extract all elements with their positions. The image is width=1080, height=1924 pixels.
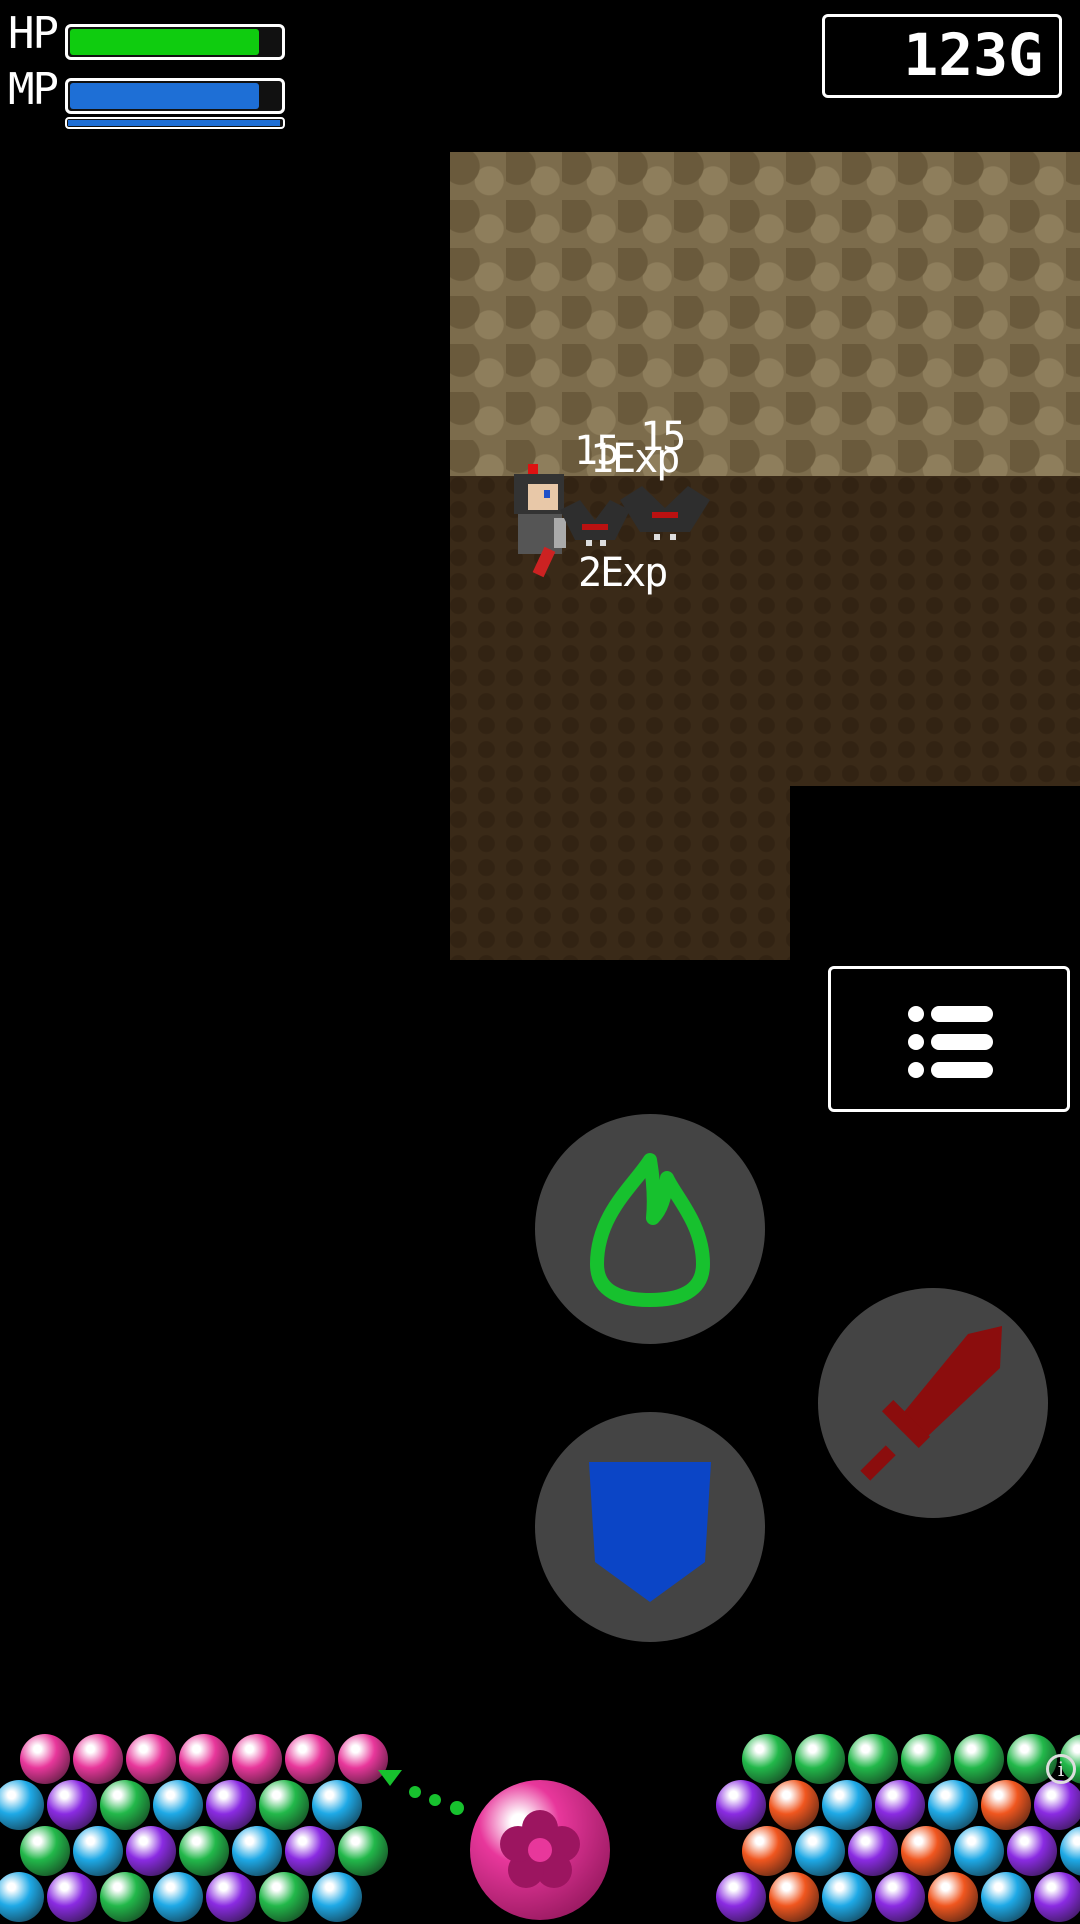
mp-label: MP (8, 64, 59, 115)
puzzle-orb (1060, 1826, 1080, 1876)
puzzle-orb (126, 1734, 176, 1784)
puzzle-orb (73, 1826, 123, 1876)
defend-button[interactable] (535, 1412, 765, 1642)
info-icon[interactable]: i (1046, 1754, 1076, 1784)
puzzle-orb (232, 1826, 282, 1876)
puzzle-orb (100, 1872, 150, 1922)
flame-icon (590, 1153, 710, 1307)
puzzle-orb (73, 1734, 123, 1784)
puzzle-orb (875, 1780, 925, 1830)
exp-gain-text: 2Exp (578, 550, 668, 596)
mp-bar-fill (70, 83, 259, 109)
puzzle-orb (769, 1780, 819, 1830)
exp-gain-text: 1Exp (590, 436, 680, 482)
puzzle-orb (0, 1872, 44, 1922)
list-icon (908, 1006, 993, 1078)
puzzle-orb (20, 1734, 70, 1784)
mp-bar (65, 78, 285, 114)
puzzle-orb (179, 1826, 229, 1876)
puzzle-orb (742, 1734, 792, 1784)
puzzle-orb (875, 1872, 925, 1922)
puzzle-orb (0, 1780, 44, 1830)
puzzle-orb (901, 1734, 951, 1784)
attack-button[interactable] (818, 1288, 1048, 1518)
skill-button[interactable] (535, 1114, 765, 1344)
hp-label: HP (8, 8, 59, 59)
puzzle-orb (312, 1872, 362, 1922)
hp-bar-fill (70, 29, 259, 55)
puzzle-orb (153, 1872, 203, 1922)
puzzle-orb (232, 1734, 282, 1784)
puzzle-orb (126, 1826, 176, 1876)
puzzle-orb (928, 1872, 978, 1922)
puzzle-orb (769, 1872, 819, 1922)
puzzle-orb (20, 1826, 70, 1876)
puzzle-orb (179, 1734, 229, 1784)
puzzle-orb (100, 1780, 150, 1830)
puzzle-orb (259, 1780, 309, 1830)
puzzle-orb (716, 1872, 766, 1922)
puzzle-orb (47, 1780, 97, 1830)
flower-icon (500, 1810, 580, 1888)
puzzle-orb (153, 1780, 203, 1830)
puzzle-orb (981, 1872, 1031, 1922)
puzzle-orb (822, 1780, 872, 1830)
puzzle-orb (848, 1826, 898, 1876)
dungeon-wall (450, 152, 1080, 476)
exp-bar (65, 117, 285, 129)
puzzle-orb (1007, 1826, 1057, 1876)
puzzle-orb (312, 1780, 362, 1830)
puzzle-orb (716, 1780, 766, 1830)
puzzle-orb (285, 1734, 335, 1784)
puzzle-orb (259, 1872, 309, 1922)
puzzle-orb (795, 1734, 845, 1784)
puzzle-orb (981, 1780, 1031, 1830)
puzzle-orb (206, 1872, 256, 1922)
sword-icon (860, 1326, 1002, 1481)
puzzle-orb (742, 1826, 792, 1876)
puzzle-orb (795, 1826, 845, 1876)
hp-bar (65, 24, 285, 60)
shield-icon (589, 1462, 711, 1602)
puzzle-orb (954, 1826, 1004, 1876)
dungeon-floor-corridor (450, 786, 790, 960)
puzzle-orb (338, 1826, 388, 1876)
puzzle-orb (954, 1734, 1004, 1784)
puzzle-orb (285, 1826, 335, 1876)
puzzle-orb (848, 1734, 898, 1784)
puzzle-orb (1034, 1780, 1080, 1830)
aim-indicator (378, 1770, 464, 1815)
bat-enemy-sprite (620, 486, 710, 540)
exp-bar-fill (68, 120, 280, 126)
puzzle-orb (206, 1780, 256, 1830)
puzzle-orb (901, 1826, 951, 1876)
puzzle-orb (47, 1872, 97, 1922)
shooter-orb[interactable] (470, 1780, 610, 1920)
menu-button[interactable] (828, 966, 1070, 1112)
gold-counter: 123G (822, 14, 1062, 98)
puzzle-orb (1034, 1872, 1080, 1922)
puzzle-orb (822, 1872, 872, 1922)
puzzle-orb (928, 1780, 978, 1830)
